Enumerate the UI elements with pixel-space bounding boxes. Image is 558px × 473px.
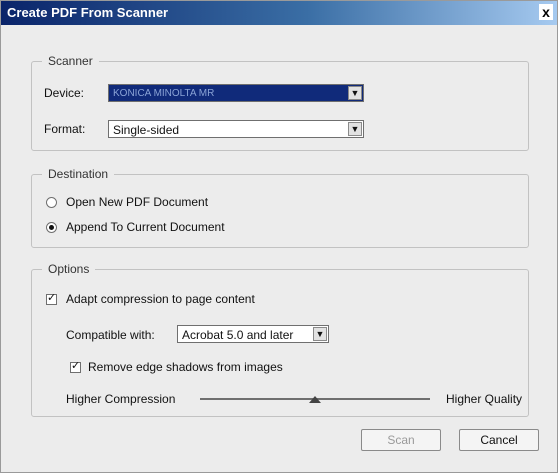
device-value: KONICA MINOLTA MR (113, 88, 215, 99)
radio-selected-dot (49, 225, 54, 230)
cancel-button[interactable]: Cancel (459, 429, 539, 451)
format-label: Format: (44, 122, 86, 136)
adapt-compression-label: Adapt compression to page content (66, 292, 255, 306)
destination-group-title: Destination (42, 167, 115, 181)
quality-slider-thumb[interactable] (309, 396, 321, 403)
check-icon: ✓ (71, 360, 81, 372)
scanner-group-title: Scanner (42, 54, 99, 68)
chevron-down-icon: ▼ (313, 327, 327, 341)
append-current-radio[interactable] (46, 222, 57, 233)
chevron-down-icon: ▼ (348, 86, 362, 100)
open-new-pdf-label: Open New PDF Document (66, 195, 209, 209)
dialog-title: Create PDF From Scanner (7, 5, 169, 20)
device-label: Device: (44, 86, 85, 100)
options-group-title: Options (42, 262, 96, 276)
scanner-group: Scanner Device: KONICA MINOLTA MR ▼ Form… (31, 54, 529, 151)
close-button[interactable]: x (539, 4, 553, 20)
open-new-pdf-radio[interactable] (46, 197, 57, 208)
higher-compression-label: Higher Compression (66, 392, 176, 406)
create-pdf-dialog: Create PDF From Scanner x Scanner Device… (0, 0, 558, 473)
options-group: Options ✓ Adapt compression to page cont… (31, 262, 529, 417)
compatible-select[interactable]: Acrobat 5.0 and later ▼ (177, 325, 329, 343)
format-select[interactable]: Single-sided ▼ (108, 120, 364, 138)
device-select[interactable]: KONICA MINOLTA MR ▼ (108, 84, 364, 102)
destination-group: Destination Open New PDF Document Append… (31, 167, 529, 248)
append-current-label: Append To Current Document (66, 220, 225, 234)
check-icon: ✓ (47, 292, 57, 304)
adapt-compression-checkbox[interactable]: ✓ (46, 292, 57, 305)
format-value: Single-sided (113, 123, 180, 137)
remove-shadows-label: Remove edge shadows from images (88, 360, 283, 374)
higher-quality-label: Higher Quality (446, 392, 523, 406)
title-bar: Create PDF From Scanner x (1, 1, 557, 25)
scan-button[interactable]: Scan (361, 429, 441, 451)
compatible-value: Acrobat 5.0 and later (182, 328, 294, 342)
remove-shadows-checkbox[interactable]: ✓ (70, 360, 81, 373)
chevron-down-icon: ▼ (348, 122, 362, 136)
compatible-label: Compatible with: (66, 328, 155, 342)
